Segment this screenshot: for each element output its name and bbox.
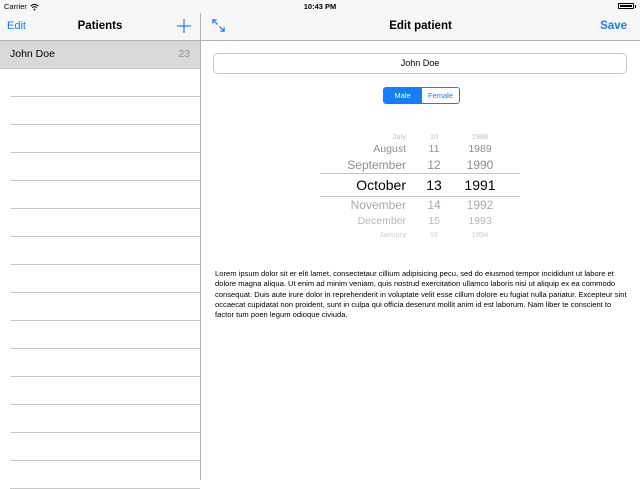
picker-month-item[interactable]: January xyxy=(320,230,406,239)
day-wheel[interactable]: 10 11 12 13 14 15 16 xyxy=(414,130,454,240)
empty-row xyxy=(10,97,200,125)
battery-icon xyxy=(617,3,636,9)
segment-male[interactable]: Male xyxy=(384,88,421,103)
patient-count: 23 xyxy=(178,48,190,60)
birth-date-picker[interactable]: July August September October November Decemb… xyxy=(320,130,520,240)
empty-row xyxy=(10,181,200,209)
month-wheel[interactable]: July August September October November Decemb… xyxy=(320,130,406,240)
detail-title: Edit patient xyxy=(389,20,452,32)
master-navbar: Edit Patients xyxy=(0,13,200,41)
picker-month-item[interactable]: August xyxy=(320,143,406,156)
empty-row xyxy=(10,209,200,237)
status-time: 10:43 PM xyxy=(303,2,337,11)
picker-year-item[interactable]: 1992 xyxy=(460,198,500,212)
detail-panel: Edit patient Save John Doe Male Female J… xyxy=(201,13,640,480)
plus-icon[interactable] xyxy=(176,18,192,34)
picker-year-item[interactable]: 1994 xyxy=(460,230,500,239)
empty-row xyxy=(10,293,200,321)
master-title: Patients xyxy=(77,20,123,32)
empty-row xyxy=(10,461,200,489)
patient-row[interactable]: John Doe 23 xyxy=(0,41,200,69)
picker-month-item[interactable]: November xyxy=(320,198,406,212)
empty-row xyxy=(10,321,200,349)
description-text: Lorem ipsum dolor sit er elit lamet, con… xyxy=(215,269,627,320)
empty-row xyxy=(10,237,200,265)
picker-year-item[interactable]: 1991 xyxy=(460,177,500,194)
status-bar: Carrier 10:43 PM xyxy=(0,0,640,13)
picker-day-item[interactable]: 10 xyxy=(414,132,454,141)
picker-day-item[interactable]: 11 xyxy=(414,143,454,156)
save-button[interactable]: Save xyxy=(600,13,627,40)
empty-row xyxy=(10,265,200,293)
empty-row xyxy=(10,405,200,433)
picker-day-item[interactable]: 16 xyxy=(414,230,454,239)
picker-year-item[interactable]: 1989 xyxy=(460,143,500,156)
picker-month-item[interactable]: September xyxy=(320,158,406,172)
picker-month-item[interactable]: July xyxy=(320,132,406,141)
picker-day-item[interactable]: 13 xyxy=(414,177,454,194)
segment-female[interactable]: Female xyxy=(421,88,459,103)
master-panel: Edit Patients John Doe 23 xyxy=(0,13,201,489)
year-wheel[interactable]: 1988 1989 1990 1991 1992 1993 1994 xyxy=(460,130,500,240)
picker-year-item[interactable]: 1988 xyxy=(460,132,500,141)
picker-day-item[interactable]: 15 xyxy=(414,215,454,228)
empty-row xyxy=(10,125,200,153)
empty-row xyxy=(10,433,200,461)
empty-row xyxy=(10,377,200,405)
empty-row xyxy=(10,69,200,97)
patient-name-field[interactable]: John Doe xyxy=(213,53,627,74)
patient-list: John Doe 23 xyxy=(0,41,200,489)
empty-row xyxy=(10,153,200,181)
picker-month-item[interactable]: October xyxy=(320,177,406,194)
picker-day-item[interactable]: 12 xyxy=(414,158,454,172)
picker-day-item[interactable]: 14 xyxy=(414,198,454,212)
picker-month-item[interactable]: December xyxy=(320,215,406,228)
gender-segmented-control[interactable]: Male Female xyxy=(383,87,460,104)
patient-name: John Doe xyxy=(10,48,55,60)
picker-year-item[interactable]: 1993 xyxy=(460,215,500,228)
empty-row xyxy=(10,349,200,377)
detail-navbar: Edit patient Save xyxy=(201,13,640,41)
picker-year-item[interactable]: 1990 xyxy=(460,158,500,172)
